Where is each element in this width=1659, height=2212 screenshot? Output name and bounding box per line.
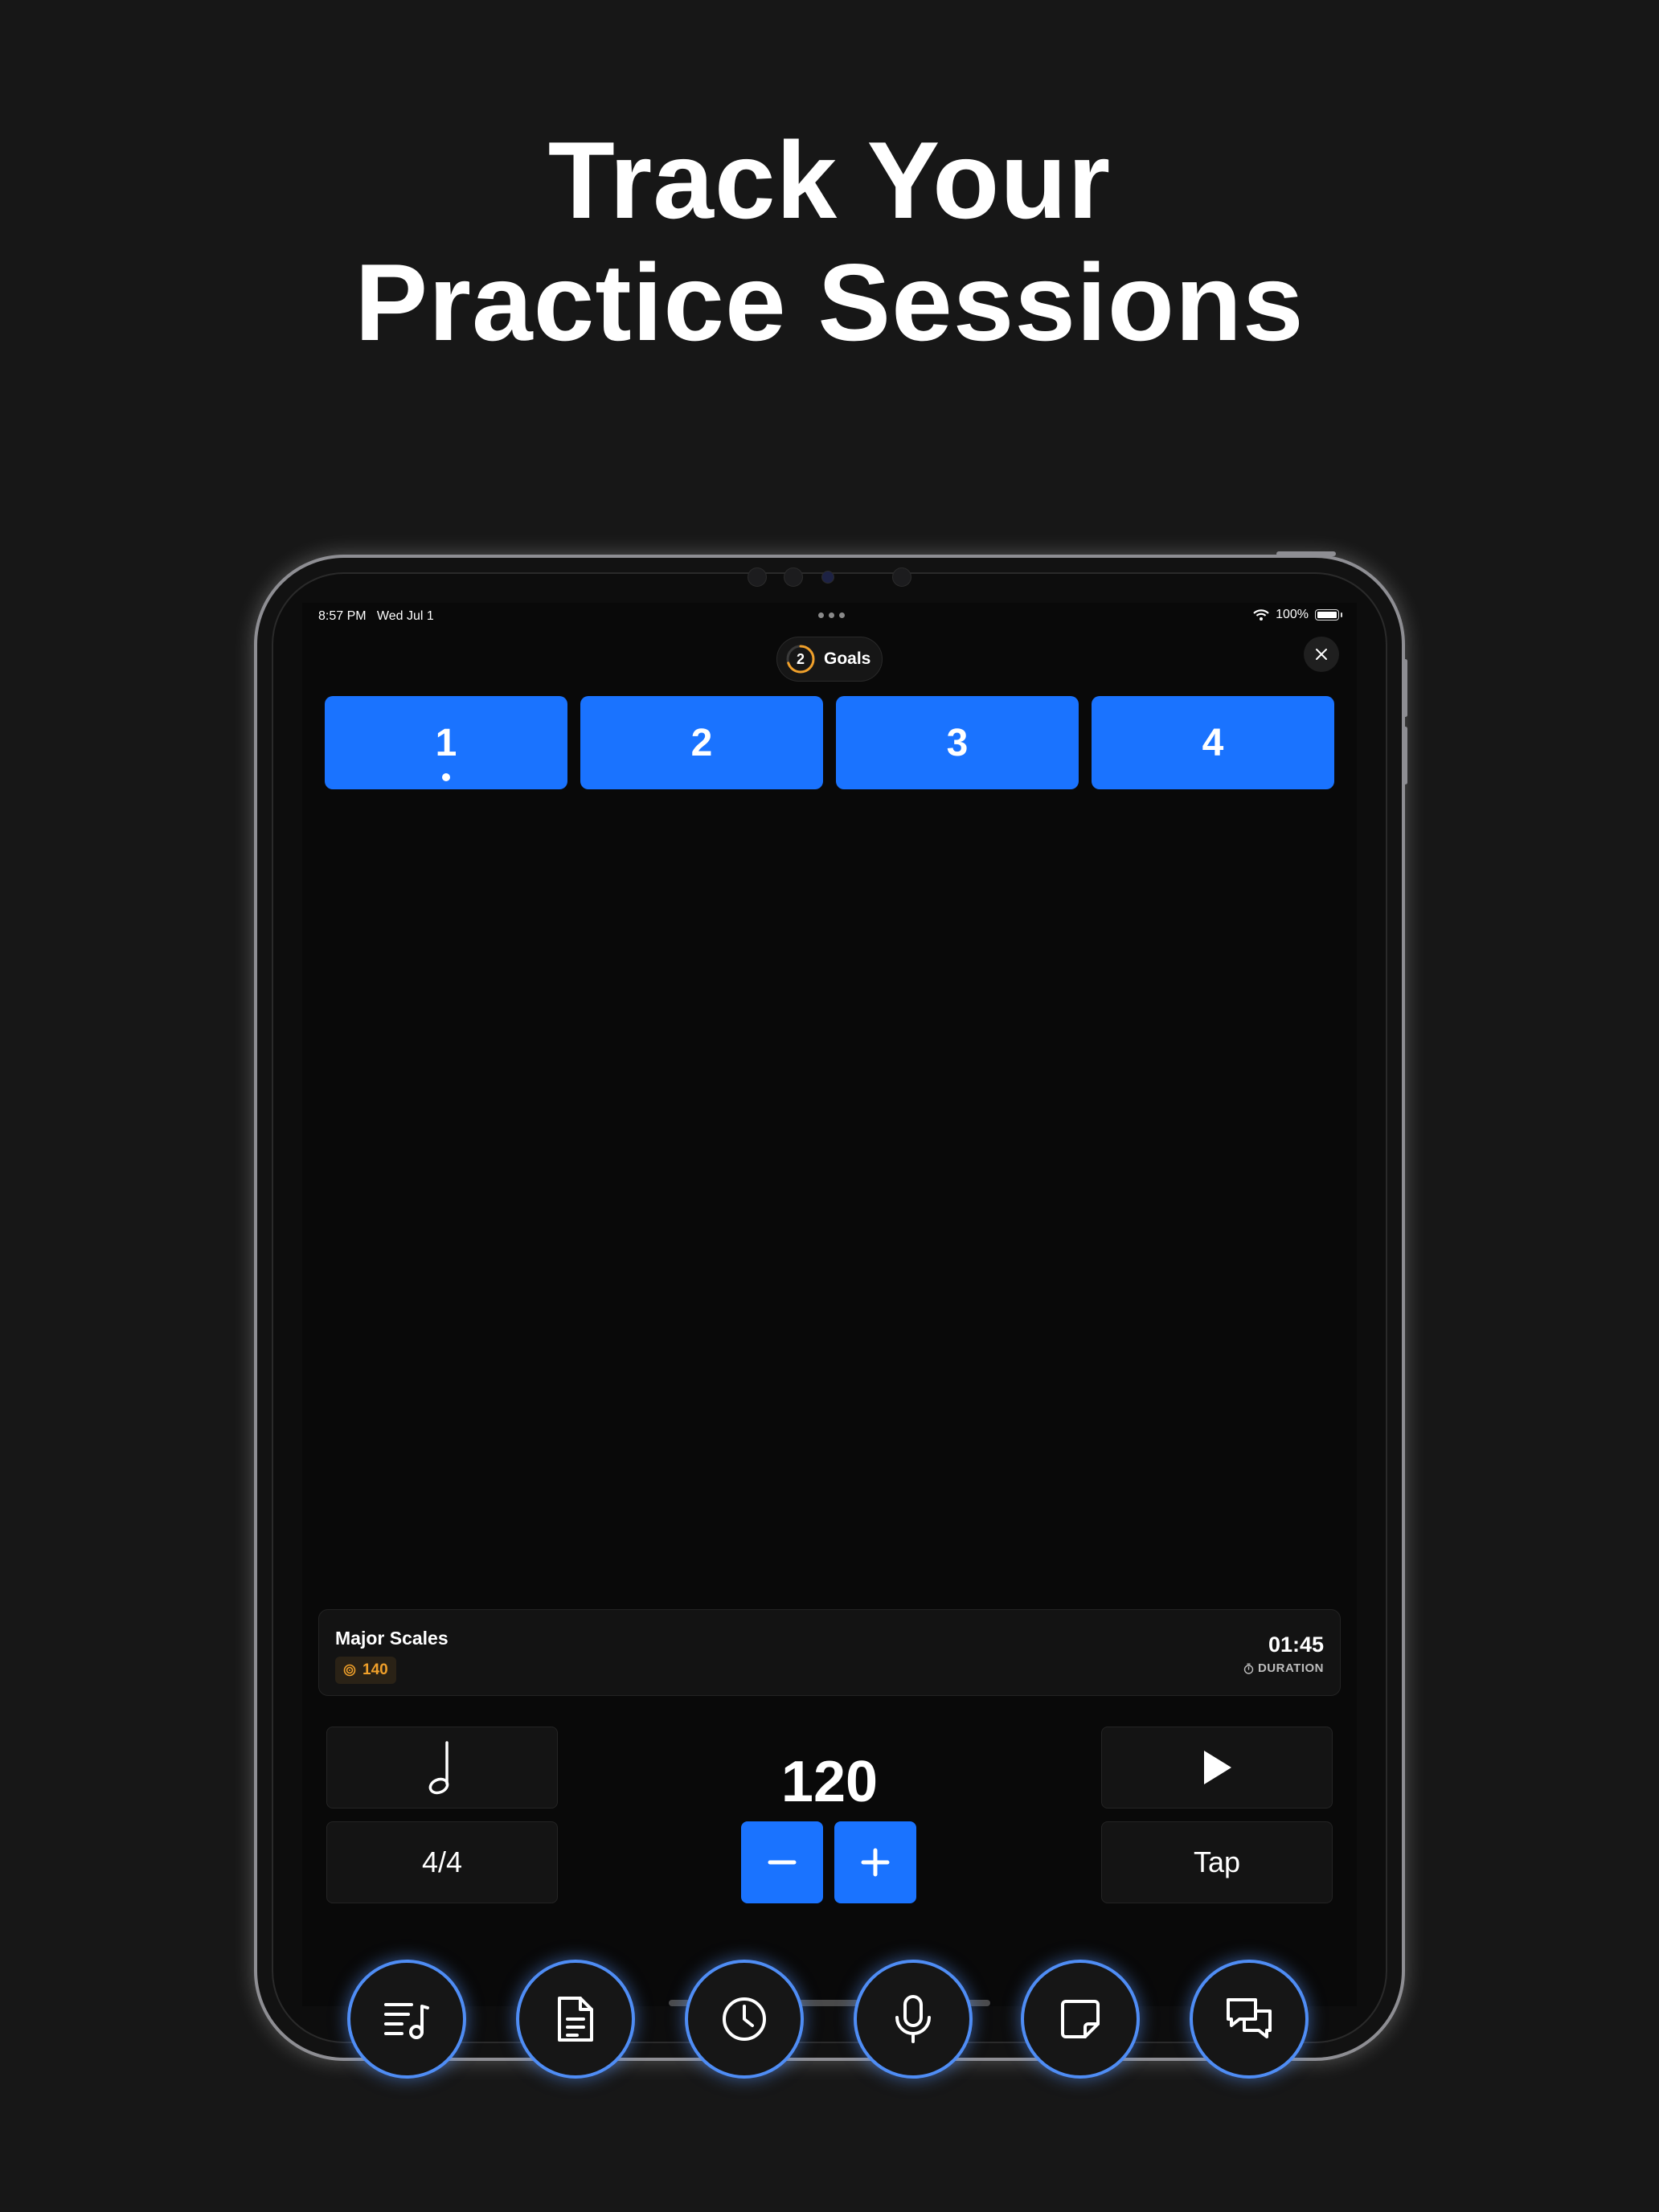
bpm-decrement-button[interactable]: [741, 1821, 823, 1903]
tab-document[interactable]: [516, 1960, 635, 2079]
active-beat-dot: [442, 773, 450, 781]
tap-tempo-button[interactable]: Tap: [1101, 1821, 1333, 1903]
target-icon: [343, 1664, 356, 1677]
status-time: 8:57 PM Wed Jul 1: [318, 609, 434, 623]
play-button[interactable]: [1101, 1727, 1333, 1809]
stopwatch-icon: [1243, 1663, 1254, 1674]
goals-label: Goals: [824, 649, 871, 668]
quarter-note-icon: [428, 1741, 449, 1795]
beat-1[interactable]: 1: [325, 696, 567, 789]
goals-count: 2: [796, 651, 805, 667]
chat-bubbles-icon: [1227, 1998, 1272, 2038]
beat-label: 2: [690, 721, 713, 764]
note-value-button[interactable]: [326, 1727, 558, 1809]
playlist-music-icon: [384, 2003, 429, 2039]
bpm-display: 120: [780, 1750, 879, 1814]
battery-percent: 100%: [1276, 608, 1309, 621]
goals-progress-ring: 2: [785, 644, 816, 674]
beat-label: 1: [435, 721, 457, 764]
sensor-dot: [892, 567, 911, 587]
beat-2[interactable]: 2: [580, 696, 823, 789]
beat-indicators: 1 2 3 4: [325, 696, 1334, 789]
close-button[interactable]: [1304, 637, 1339, 672]
plus-icon: [861, 1848, 890, 1877]
bpm-increment-button[interactable]: [834, 1821, 916, 1903]
volume-down-button: [1403, 727, 1407, 784]
duration-label: DURATION: [1243, 1661, 1324, 1675]
target-bpm-badge: 140: [335, 1657, 396, 1684]
sensor-dot: [784, 567, 803, 587]
microphone-icon: [895, 1995, 931, 2043]
session-time: 01:45: [1268, 1632, 1324, 1657]
document-icon: [558, 1997, 593, 2042]
target-bpm-value: 140: [363, 1661, 388, 1678]
tab-chat[interactable]: [1190, 1960, 1309, 2079]
tab-notes[interactable]: [1021, 1960, 1140, 2079]
time-signature-button[interactable]: 4/4: [326, 1821, 558, 1903]
session-card[interactable]: Major Scales 140 01:45 DURATION: [318, 1609, 1341, 1696]
beat-3[interactable]: 3: [836, 696, 1079, 789]
battery-icon: [1315, 609, 1342, 621]
app-screen: 8:57 PM Wed Jul 1 100% 2 Goals 1 2 3 4 M…: [302, 603, 1357, 2006]
beat-label: 3: [946, 721, 969, 764]
note-icon: [1061, 2000, 1100, 2038]
top-button: [1276, 551, 1336, 556]
status-indicators: 100%: [1253, 608, 1342, 622]
close-icon: [1316, 649, 1327, 660]
session-title: Major Scales: [335, 1628, 449, 1649]
multitasking-dots[interactable]: [818, 612, 845, 618]
headline-line-2: Practice Sessions: [354, 241, 1305, 363]
clock-icon: [723, 1997, 766, 2041]
play-icon: [1204, 1751, 1231, 1784]
volume-up-button: [1403, 659, 1407, 717]
sensor-dot: [748, 567, 767, 587]
beat-label: 4: [1202, 721, 1224, 764]
headline: Track Your Practice Sessions: [0, 119, 1659, 363]
beat-4[interactable]: 4: [1092, 696, 1334, 789]
headline-line-1: Track Your: [547, 119, 1112, 241]
tab-record[interactable]: [854, 1960, 973, 2079]
tab-playlist[interactable]: [347, 1960, 466, 2079]
goals-button[interactable]: 2 Goals: [776, 637, 883, 682]
camera-icon: [821, 571, 834, 584]
duration-text: DURATION: [1257, 1661, 1324, 1675]
minus-icon: [768, 1860, 797, 1865]
wifi-icon: [1253, 609, 1269, 621]
tab-history[interactable]: [685, 1960, 804, 2079]
